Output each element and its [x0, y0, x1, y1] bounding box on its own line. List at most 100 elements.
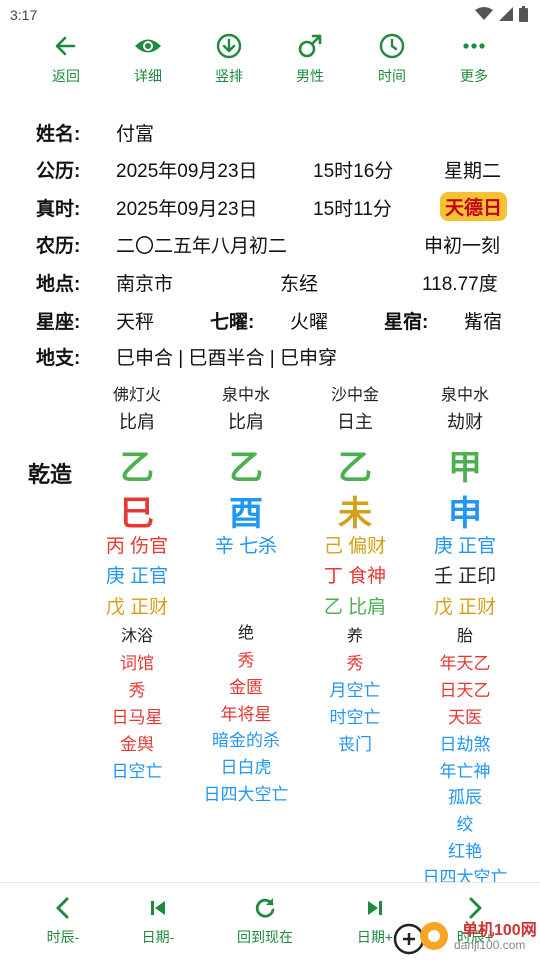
changsheng-state: 沐浴 — [120, 628, 153, 645]
shensha-item: 绞 — [456, 815, 474, 834]
zodiac-label: 星座: — [36, 312, 81, 333]
back-label: 返回 — [52, 68, 80, 84]
solar-time: 15时16分 — [313, 161, 394, 182]
place-city: 南京市 — [116, 274, 174, 295]
true-time: 15时11分 — [313, 199, 392, 220]
canggan-row: 庚 正官 — [82, 561, 192, 588]
canggan: 庚 — [105, 566, 125, 587]
shensha-item: 日四大空亡 — [203, 785, 289, 804]
gender-button[interactable]: 男性 — [270, 32, 350, 86]
tiangan: 乙 — [338, 449, 372, 487]
signal-icon — [499, 7, 513, 21]
skip-next-icon — [368, 901, 382, 915]
dizhi: 酉 — [229, 495, 263, 533]
watermark-text: 单机100网 — [462, 922, 537, 939]
xiu-value: 觜宿 — [464, 312, 503, 333]
shensha-item: 日空亡 — [111, 762, 163, 781]
shensha-item: 年亡神 — [439, 762, 491, 781]
canggan: 辛 — [214, 536, 234, 557]
canggan-row: 乙 比肩 — [300, 592, 410, 619]
skip-previous-icon — [151, 901, 165, 915]
canggan: 丙 — [105, 536, 125, 557]
vertical-layout-label: 竖排 — [215, 68, 243, 84]
tiangan: 乙 — [229, 449, 263, 487]
hour-minus-label: 时辰- — [46, 929, 80, 945]
more-dots-icon — [463, 43, 485, 49]
shensha-item: 金舆 — [120, 735, 154, 754]
back-button[interactable]: 返回 — [26, 32, 106, 86]
clock-icon — [379, 33, 405, 59]
solar-date: 2025年09月23日 — [116, 161, 258, 182]
canggan-shen: 正官 — [458, 536, 497, 557]
battery-icon — [519, 6, 528, 22]
status-icons — [475, 6, 528, 22]
shensha-item: 孤辰 — [448, 788, 482, 807]
shensha-item: 日天乙 — [439, 681, 491, 700]
canggan-shen: 七杀 — [239, 536, 278, 557]
nayin: 泉中水 — [440, 387, 489, 404]
name-label: 姓名: — [36, 124, 81, 145]
zodiac-value: 天秤 — [116, 312, 155, 333]
lunar-label: 农历: — [36, 236, 81, 257]
shensha-item: 年天乙 — [439, 654, 491, 673]
time-button[interactable]: 时间 — [352, 32, 432, 86]
qiyao-value: 火曜 — [290, 312, 329, 333]
eye-icon — [135, 39, 161, 53]
canggan: 丁 — [323, 566, 343, 587]
nayin: 沙中金 — [330, 387, 379, 404]
shensha-item: 时空亡 — [329, 708, 381, 727]
changsheng-state: 绝 — [237, 625, 254, 642]
shensha-item: 词馆 — [120, 654, 154, 673]
shensha-item: 年将星 — [220, 705, 272, 724]
watermark-url: danji100.com — [454, 938, 526, 952]
canggan: 己 — [323, 536, 343, 557]
canggan-shen: 伤官 — [130, 536, 169, 557]
canggan-shen: 正财 — [458, 597, 497, 618]
dizhi: 申 — [448, 495, 482, 533]
lunar-date: 二〇二五年八月初二 — [116, 236, 288, 257]
shensha-item: 秀 — [128, 681, 146, 700]
shishen: 日主 — [337, 412, 373, 432]
shensha-item: 月空亡 — [329, 681, 381, 700]
more-button[interactable]: 更多 — [434, 32, 514, 86]
canggan-shen: 比肩 — [348, 597, 387, 618]
arrow-left-icon — [55, 36, 76, 56]
dizhi-value: 巳申合 | 巳酉半合 | 巳申穿 — [116, 348, 337, 369]
shensha-item: 红艳 — [448, 842, 482, 861]
shensha-item: 秀 — [346, 654, 364, 673]
dizhi-label: 地支: — [36, 348, 81, 369]
refresh-icon — [255, 898, 275, 918]
shensha-item: 秀 — [237, 651, 255, 670]
name-value: 付富 — [116, 124, 155, 145]
qiyao-label: 七曜: — [210, 312, 255, 333]
shensha-item: 天医 — [448, 708, 482, 727]
tiangan: 乙 — [120, 449, 154, 487]
canggan: 戊 — [105, 597, 125, 618]
shensha-item: 丧门 — [338, 735, 372, 754]
solar-row: 公历: 2025年09月23日 15时16分 星期二 — [0, 156, 540, 190]
hour-minus-button[interactable]: 时辰- — [18, 895, 108, 947]
canggan: 戊 — [433, 597, 453, 618]
vertical-layout-button[interactable]: 竖排 — [189, 32, 269, 86]
top-toolbar: 返回 详细 竖排 男性 时间 更多 — [0, 30, 540, 90]
tiande-badge: 天德日 — [440, 192, 508, 221]
male-icon — [298, 34, 322, 58]
chart-title: 乾造 — [28, 462, 73, 487]
date-minus-button[interactable]: 日期- — [113, 895, 203, 947]
back-to-now-button[interactable]: 回到现在 — [220, 895, 310, 947]
canggan-shen: 正官 — [130, 566, 169, 587]
longitude-label: 东经 — [280, 274, 319, 295]
canggan-shen: 食神 — [348, 566, 387, 587]
dizhi: 巳 — [120, 495, 154, 533]
shensha-item: 暗金的杀 — [212, 731, 280, 750]
xiu-label: 星宿: — [384, 312, 429, 333]
nayin: 佛灯火 — [112, 387, 161, 404]
dizhi: 未 — [338, 495, 372, 533]
back-to-now-label: 回到现在 — [237, 929, 293, 945]
zodiac-row: 星座: 天秤 七曜: 火曜 星宿: 觜宿 — [0, 307, 540, 341]
shensha-item: 日白虎 — [220, 758, 272, 777]
canggan-row: 戊 正财 — [82, 592, 192, 619]
shensha-item: 日马星 — [111, 708, 163, 727]
detail-button[interactable]: 详细 — [108, 32, 188, 86]
canggan: 乙 — [323, 597, 343, 618]
